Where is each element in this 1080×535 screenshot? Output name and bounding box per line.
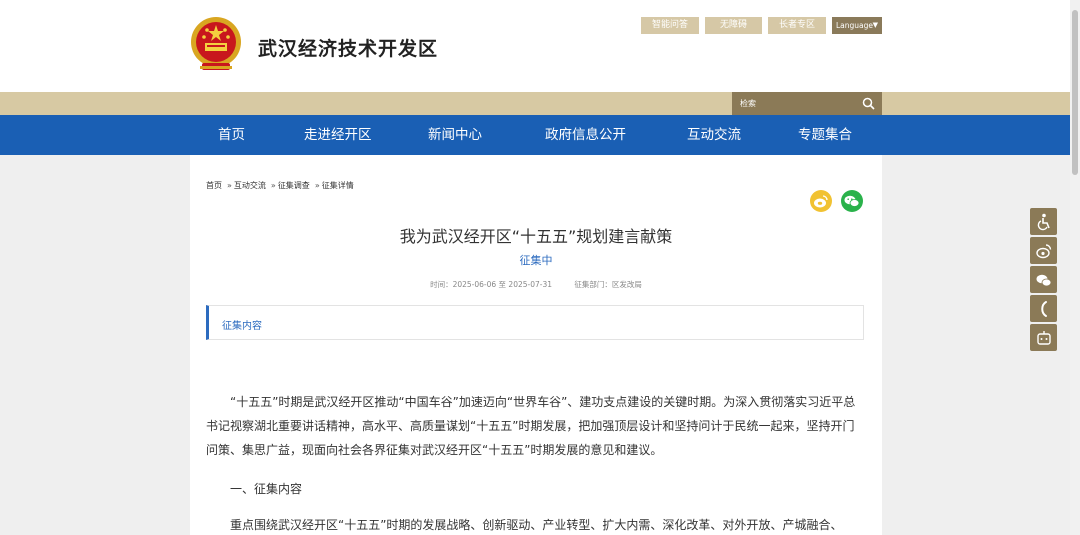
language-label: Language xyxy=(836,21,874,30)
article-time: 时间：2025-06-06 至 2025-07-31 xyxy=(430,280,553,289)
nav-item-topics[interactable]: 专题集合 xyxy=(798,115,852,155)
search-bar-strip xyxy=(0,92,1070,115)
weibo-icon xyxy=(1035,243,1051,258)
breadcrumb-home[interactable]: 首页 xyxy=(206,181,222,190)
site-title: 武汉经济技术开发区 xyxy=(258,38,439,60)
nav-item-home[interactable]: 首页 xyxy=(218,115,245,155)
status-badge: 征集中 xyxy=(519,254,553,267)
accessibility-button[interactable] xyxy=(1030,208,1057,235)
article-title: 我为武汉经开区“十五五”规划建言献策 xyxy=(399,227,673,246)
share-wechat-button[interactable] xyxy=(841,190,863,212)
search-input[interactable]: 检索 xyxy=(732,92,882,115)
search-icon[interactable] xyxy=(862,97,875,110)
nav-item-gov-info[interactable]: 政府信息公开 xyxy=(545,115,626,155)
breadcrumb-interaction[interactable]: 互动交流 xyxy=(234,181,266,190)
nav-item-news[interactable]: 新闻中心 xyxy=(428,115,482,155)
wechat-icon xyxy=(1036,274,1051,286)
breadcrumb-separator: » xyxy=(270,181,276,190)
section-header: 征集内容 xyxy=(206,305,864,340)
nav-item-about[interactable]: 走进经开区 xyxy=(304,115,372,155)
main-nav: 首页 走进经开区 新闻中心 政府信息公开 互动交流 专题集合 xyxy=(0,115,1070,155)
weibo-button[interactable] xyxy=(1030,237,1057,264)
nav-item-interaction[interactable]: 互动交流 xyxy=(687,115,741,155)
weibo-icon xyxy=(814,195,828,208)
robot-button[interactable] xyxy=(1030,324,1057,351)
breadcrumb: 首页» 互动交流» 征集调查» 征集详情 xyxy=(206,180,356,191)
section-label: 征集内容 xyxy=(222,321,262,332)
article-heading: 一、征集内容 xyxy=(230,482,303,496)
floating-toolbar xyxy=(1030,208,1057,353)
national-emblem-icon[interactable] xyxy=(190,16,242,74)
article-card: 首页» 互动交流» 征集调查» 征集详情 我为武汉经开区“十五五”规划建言献策 征集中… xyxy=(190,155,882,535)
breadcrumb-separator: » xyxy=(227,181,232,190)
phone-button[interactable] xyxy=(1030,295,1057,322)
breadcrumb-separator: » xyxy=(314,181,320,190)
article-paragraph: 重点围绕武汉经开区“十五五”时期的发展战略、创新驱动、产业转型、扩大内需、深化改… xyxy=(230,518,843,532)
elderly-zone-link[interactable]: 长者专区 xyxy=(768,17,826,34)
wechat-icon xyxy=(844,195,860,207)
article-meta: 时间：2025-06-06 至 2025-07-31 征集部门：区发改局 xyxy=(190,279,882,290)
top-links: 智能问答 无障碍 长者专区 xyxy=(641,17,832,34)
smart-qa-link[interactable]: 智能问答 xyxy=(641,17,699,34)
accessibility-link[interactable]: 无障碍 xyxy=(705,17,762,34)
phone-icon xyxy=(1040,300,1047,317)
article-paragraph: “十五五”时期是武汉经开区推动“中国车谷”加速迈向“世界车谷”、建功支点建设的关… xyxy=(206,395,856,457)
caret-down-icon: ▼ xyxy=(872,21,878,29)
robot-icon xyxy=(1036,330,1051,345)
breadcrumb-survey[interactable]: 征集调查 xyxy=(278,181,310,190)
site-header: 武汉经济技术开发区 智能问答 无障碍 长者专区 Language ▼ xyxy=(0,0,1070,92)
article-department: 征集部门：区发改局 xyxy=(574,280,642,289)
language-select[interactable]: Language ▼ xyxy=(832,17,882,34)
breadcrumb-detail: 征集详情 xyxy=(321,181,354,190)
share-weibo-button[interactable] xyxy=(810,190,832,212)
wechat-button[interactable] xyxy=(1030,266,1057,293)
accessibility-icon xyxy=(1037,213,1050,230)
scrollbar-thumb[interactable] xyxy=(1072,10,1078,175)
page-scrollbar[interactable] xyxy=(1070,0,1080,535)
search-placeholder: 检索 xyxy=(740,99,756,108)
